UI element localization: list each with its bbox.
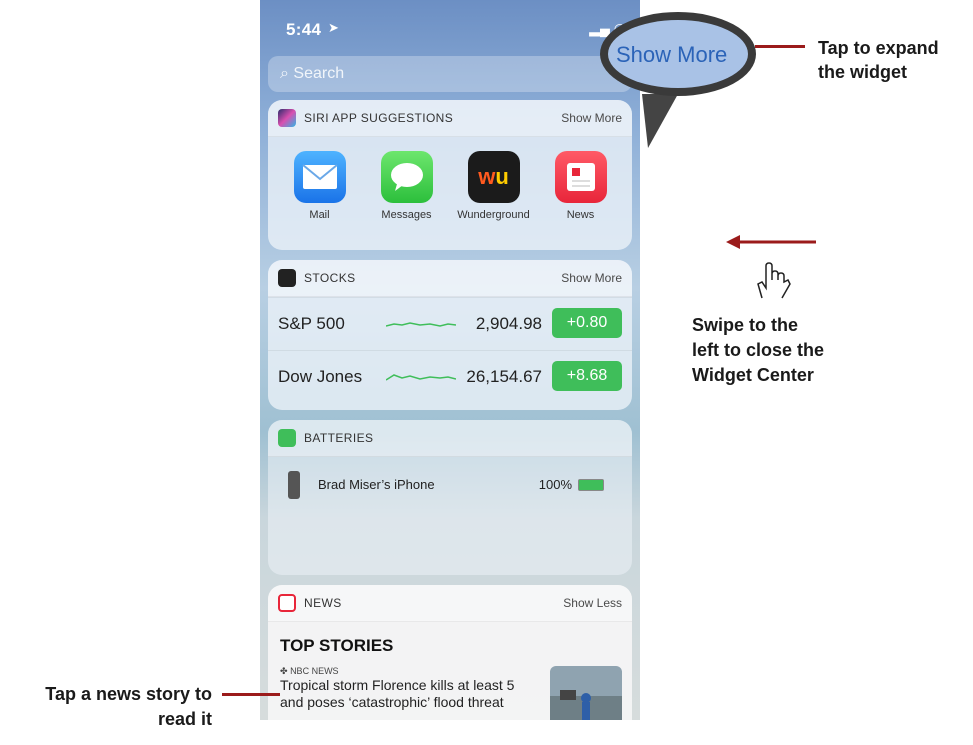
annotation-line: left to close the bbox=[692, 340, 825, 360]
app-messages[interactable]: Messages bbox=[367, 151, 447, 221]
show-more-callout: Show More bbox=[598, 8, 758, 163]
stocks-icon bbox=[278, 269, 296, 287]
batteries-widget: BATTERIES Brad Miser’s iPhone 100% bbox=[268, 420, 632, 575]
news-widget: NEWS Show Less TOP STORIES ✤ NBC NEWS Tr… bbox=[268, 585, 632, 720]
annotation-expand: Tap to expand the widget bbox=[818, 36, 939, 84]
app-label: Mail bbox=[309, 209, 330, 221]
iphone-icon bbox=[288, 471, 300, 499]
app-label: Messages bbox=[381, 209, 432, 221]
messages-icon bbox=[380, 151, 433, 203]
nbc-peacock-icon: ✤ bbox=[280, 666, 288, 676]
stock-name: S&P 500 bbox=[278, 314, 345, 333]
callout-line-expand bbox=[755, 45, 805, 48]
sparkline bbox=[386, 374, 456, 381]
app-label: Wunderground bbox=[457, 209, 530, 221]
hand-swipe-icon bbox=[752, 258, 796, 307]
siri-icon bbox=[278, 109, 296, 127]
annotation-line: the widget bbox=[818, 62, 907, 82]
annotation-swipe: Swipe to the left to close the Widget Ce… bbox=[692, 313, 824, 388]
siri-suggestions-widget: SIRI APP SUGGESTIONS Show More Mail Mess… bbox=[268, 100, 632, 250]
news-headline[interactable]: Tropical storm Florence kills at least 5… bbox=[280, 677, 540, 711]
callout-line-news bbox=[222, 693, 280, 696]
widget-header: NEWS Show Less bbox=[268, 585, 632, 622]
app-mail[interactable]: Mail bbox=[280, 151, 360, 221]
battery-level-icon bbox=[578, 479, 604, 491]
annotation-line: Widget Center bbox=[692, 365, 814, 385]
battery-percent: 100% bbox=[538, 477, 572, 492]
section-title: TOP STORIES bbox=[280, 636, 394, 655]
widget-header: STOCKS Show More bbox=[268, 260, 632, 297]
news-widget-icon bbox=[278, 594, 296, 612]
widget-header: SIRI APP SUGGESTIONS Show More bbox=[268, 100, 632, 137]
stock-price: 26,154.67 bbox=[466, 367, 542, 386]
battery-row: Brad Miser’s iPhone 100% bbox=[268, 457, 632, 507]
widget-title: STOCKS bbox=[304, 271, 356, 285]
stock-change-badge[interactable]: +8.68 bbox=[552, 361, 622, 391]
swipe-left-arrow bbox=[726, 232, 818, 257]
stocks-widget: STOCKS Show More S&P 500 2,904.98 +0.80 … bbox=[268, 260, 632, 410]
device-name: Brad Miser’s iPhone bbox=[318, 477, 435, 492]
app-label: News bbox=[566, 209, 595, 221]
news-thumbnail[interactable] bbox=[550, 666, 622, 720]
annotation-news: Tap a news story to read it bbox=[0, 682, 212, 732]
sparkline bbox=[386, 322, 456, 327]
stock-price: 2,904.98 bbox=[475, 314, 542, 333]
mail-icon bbox=[293, 151, 346, 203]
search-icon: ⌕ bbox=[280, 65, 289, 82]
phone-screen: 5:44 ➤ ▂▄ ◠ ⌕ Search SIRI APP SUGGESTION… bbox=[260, 0, 640, 720]
stock-row[interactable]: S&P 500 2,904.98 +0.80 bbox=[268, 297, 632, 350]
annotation-line: Tap to expand bbox=[818, 38, 939, 58]
stock-name: Dow Jones bbox=[278, 367, 363, 386]
stock-change-badge[interactable]: +0.80 bbox=[552, 308, 622, 338]
widget-header: BATTERIES bbox=[268, 420, 632, 457]
stock-row[interactable]: Dow Jones 26,154.67 +8.68 bbox=[268, 350, 632, 403]
widget-title: SIRI APP SUGGESTIONS bbox=[304, 111, 454, 125]
search-field[interactable]: ⌕ Search bbox=[268, 56, 632, 92]
battery-widget-icon bbox=[278, 429, 296, 447]
annotation-line: Swipe to the bbox=[692, 315, 799, 335]
show-less-button[interactable]: Show Less bbox=[563, 596, 622, 610]
callout-show-more-text: Show More bbox=[616, 42, 728, 67]
status-time: 5:44 bbox=[286, 20, 322, 39]
status-bar: 5:44 ➤ ▂▄ ◠ bbox=[260, 0, 640, 48]
widget-title: BATTERIES bbox=[304, 431, 374, 445]
news-story[interactable]: TOP STORIES ✤ NBC NEWS Tropical storm Fl… bbox=[268, 622, 632, 720]
annotation-line: read it bbox=[157, 709, 212, 729]
location-arrow-icon: ➤ bbox=[328, 20, 339, 35]
wunderground-icon: wu bbox=[467, 151, 520, 203]
show-more-button[interactable]: Show More bbox=[561, 271, 622, 285]
annotation-line: Tap a news story to bbox=[45, 684, 212, 704]
widget-title: NEWS bbox=[304, 596, 342, 610]
app-wunderground[interactable]: wu Wunderground bbox=[454, 151, 534, 221]
search-placeholder: Search bbox=[293, 65, 345, 82]
